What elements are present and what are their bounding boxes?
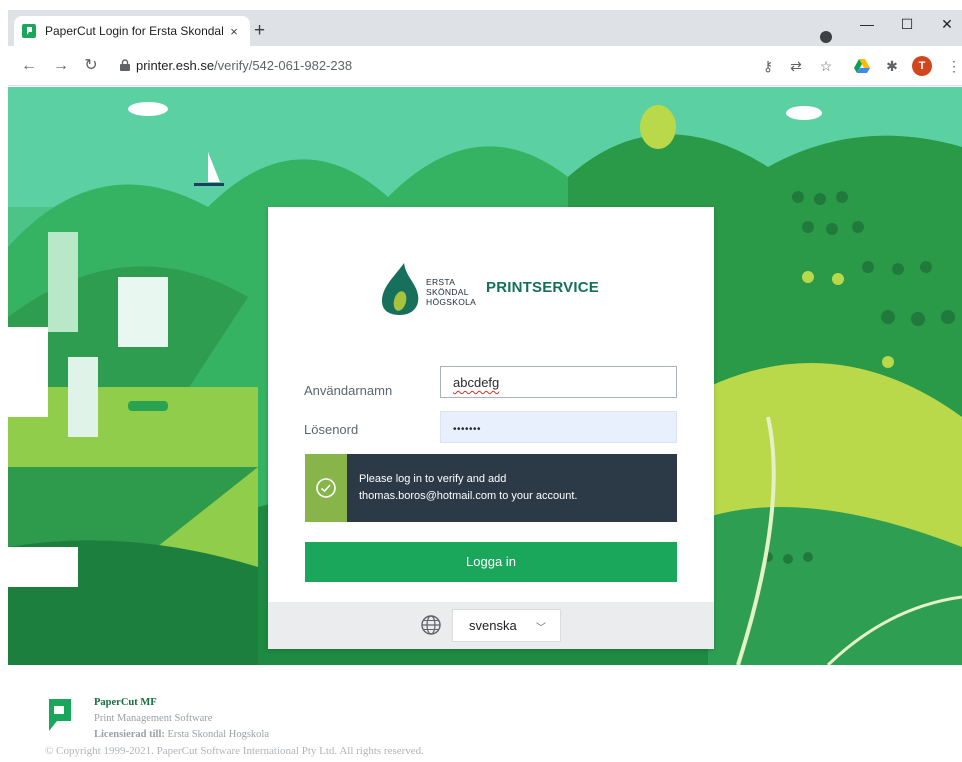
notice-accent: [305, 454, 347, 522]
language-select[interactable]: svenska ﹀: [452, 609, 561, 642]
language-bar: svenska ﹀: [268, 602, 714, 649]
chevron-down-icon: ﹀: [536, 623, 546, 634]
product-tagline: Print Management Software: [94, 713, 213, 724]
back-arrow-icon[interactable]: ←: [18, 55, 40, 77]
password-input[interactable]: •••••••: [440, 411, 677, 443]
papercut-favicon-icon: [22, 24, 36, 38]
tab-close-icon[interactable]: ×: [226, 24, 242, 39]
printservice-title: PRINTSERVICE: [486, 279, 599, 296]
extensions-puzzle-icon[interactable]: ✱: [882, 56, 902, 76]
tab-title: PaperCut Login for Ersta Skondal: [45, 24, 223, 38]
browser-toolbar: ← → ↻ printer.esh.se/verify/542-061-982-…: [8, 46, 962, 86]
password-label: Lösenord: [304, 422, 359, 437]
login-card: ERSTA SKÖNDAL HÖGSKOLA PRINTSERVICE Anvä…: [268, 207, 714, 649]
globe-icon: [421, 615, 441, 635]
profile-avatar[interactable]: T: [912, 56, 932, 76]
new-tab-button[interactable]: +: [254, 21, 265, 41]
username-input[interactable]: abcdefg: [440, 366, 677, 398]
ersta-drop-logo-icon: [382, 263, 419, 315]
bookmark-star-icon[interactable]: ☆: [816, 56, 836, 76]
browser-tab[interactable]: PaperCut Login for Ersta Skondal ×: [14, 16, 250, 46]
language-value: svenska: [469, 618, 517, 633]
forward-arrow-icon[interactable]: →: [50, 55, 72, 77]
password-value: •••••••: [453, 424, 482, 435]
username-label: Användarnamn: [304, 383, 393, 398]
translate-icon[interactable]: ⇄: [786, 56, 806, 76]
drive-icon[interactable]: [854, 58, 870, 74]
check-circle-icon: [316, 478, 336, 498]
address-bar[interactable]: printer.esh.se/verify/542-061-982-238: [114, 53, 830, 79]
notice-message: Please log in to verify and add thomas.b…: [359, 473, 578, 502]
institution-name: ERSTA SKÖNDAL HÖGSKOLA: [426, 277, 477, 307]
product-name: PaperCut MF: [94, 697, 157, 708]
tab-strip: PaperCut Login for Ersta Skondal × + — ☐…: [8, 10, 962, 46]
papercut-logo-icon: [47, 699, 71, 731]
reload-icon[interactable]: ↻: [80, 55, 102, 77]
url-text: printer.esh.se/verify/542-061-982-238: [136, 58, 353, 73]
page-footer: PaperCut MF Print Management Software Li…: [8, 666, 962, 762]
lock-icon: [120, 59, 130, 71]
incognito-indicator-icon[interactable]: [820, 31, 832, 43]
brand-logo: ERSTA SKÖNDAL HÖGSKOLA PRINTSERVICE: [378, 261, 618, 317]
copyright-text: © Copyright 1999-2021. PaperCut Software…: [45, 745, 424, 757]
license-info: Licensierad till: Ersta Skondal Hogskola: [94, 729, 269, 740]
verify-notice: Please log in to verify and add thomas.b…: [305, 454, 677, 522]
close-window-button[interactable]: ✕: [924, 10, 962, 42]
key-icon[interactable]: ⚷: [758, 56, 778, 76]
login-button[interactable]: Logga in: [305, 542, 677, 582]
menu-dots-icon[interactable]: ⋮: [944, 56, 962, 76]
username-value: abcdefg: [453, 375, 500, 390]
